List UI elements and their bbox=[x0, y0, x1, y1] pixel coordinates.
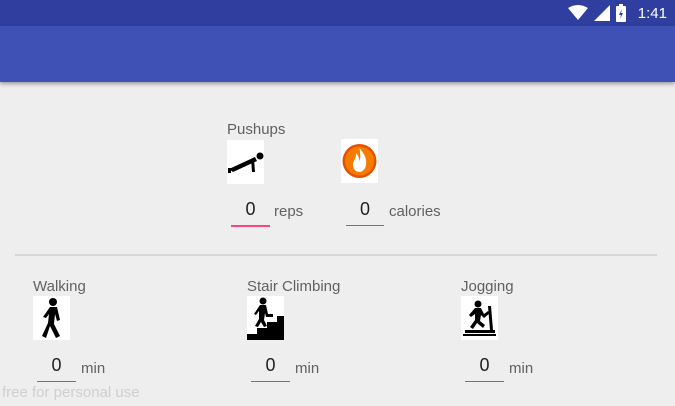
app-bar bbox=[0, 26, 675, 82]
cellular-signal-icon bbox=[593, 5, 610, 21]
jogging-title: Jogging bbox=[461, 278, 514, 295]
jogging-unit-label: min bbox=[509, 360, 534, 377]
status-time: 1:41 bbox=[637, 4, 667, 22]
jogging-minutes-input[interactable]: 0 bbox=[465, 355, 504, 382]
wifi-icon bbox=[567, 5, 588, 20]
status-icons: 1:41 bbox=[567, 3, 667, 23]
pushup-icon bbox=[227, 140, 264, 184]
watermark-text: free for personal use bbox=[2, 384, 140, 401]
calories-unit-label: calories bbox=[389, 203, 441, 220]
status-bar: 1:41 bbox=[0, 0, 675, 26]
walking-minutes-input[interactable]: 0 bbox=[37, 355, 76, 382]
battery-icon bbox=[615, 4, 626, 22]
reps-input[interactable]: 0 bbox=[231, 199, 270, 227]
stair-climbing-unit-label: min bbox=[295, 360, 320, 377]
reps-unit-label: reps bbox=[274, 203, 304, 220]
flame-icon bbox=[341, 139, 378, 183]
pushups-title: Pushups bbox=[227, 121, 286, 138]
walking-title: Walking bbox=[33, 278, 86, 295]
treadmill-jogging-icon bbox=[461, 296, 498, 340]
stair-climbing-minutes-input[interactable]: 0 bbox=[251, 355, 290, 382]
calories-field[interactable]: 0 bbox=[346, 199, 384, 226]
walking-icon bbox=[33, 296, 70, 340]
stair-climbing-icon bbox=[247, 296, 284, 340]
walking-unit-label: min bbox=[81, 360, 106, 377]
stair-climbing-title: Stair Climbing bbox=[247, 278, 341, 295]
section-divider bbox=[15, 254, 657, 256]
